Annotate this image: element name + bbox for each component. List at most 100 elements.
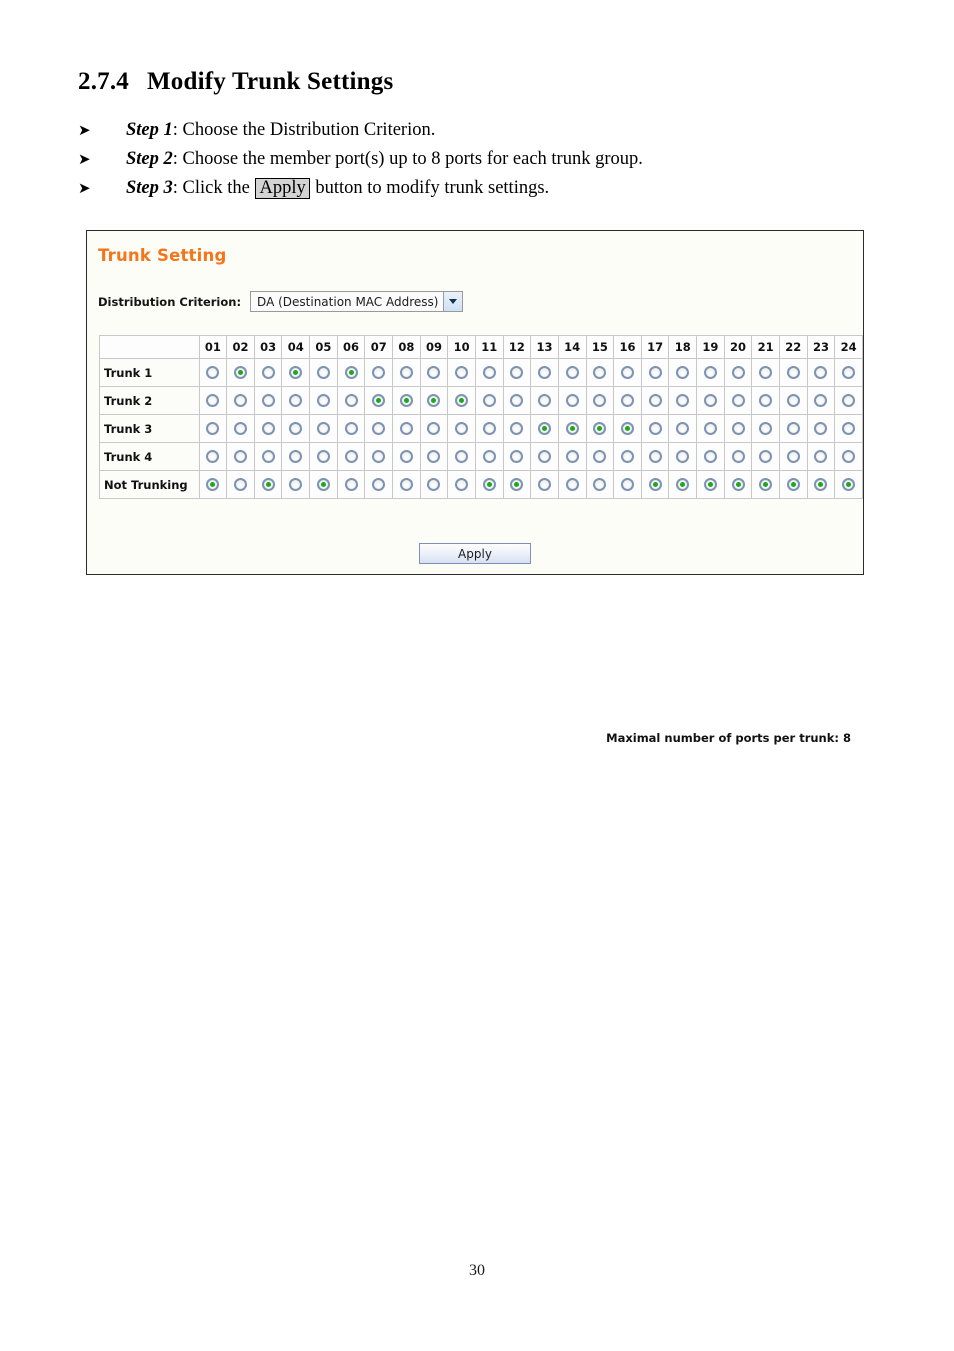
radio-trunk-1-port-22[interactable] (786, 366, 800, 380)
radio-cell[interactable] (502, 386, 532, 415)
radio-not-trunking-port-19[interactable] (703, 478, 717, 492)
radio-cell[interactable] (778, 470, 808, 499)
radio-trunk-4-port-13[interactable] (538, 450, 552, 464)
radio-cell[interactable] (502, 358, 532, 387)
radio-trunk-1-port-01[interactable] (206, 366, 220, 380)
radio-not-trunking-port-06[interactable] (344, 478, 358, 492)
radio-cell[interactable] (336, 386, 366, 415)
radio-not-trunking-port-04[interactable] (289, 478, 303, 492)
radio-cell[interactable] (834, 442, 863, 471)
radio-cell[interactable] (474, 470, 504, 499)
radio-cell[interactable] (640, 470, 670, 499)
radio-trunk-1-port-19[interactable] (703, 366, 717, 380)
radio-trunk-2-port-19[interactable] (703, 394, 717, 408)
distribution-criterion-select[interactable]: DA (Destination MAC Address) (250, 291, 464, 312)
radio-cell[interactable] (834, 386, 863, 415)
radio-not-trunking-port-05[interactable] (316, 478, 330, 492)
radio-trunk-3-port-16[interactable] (620, 422, 634, 436)
radio-trunk-3-port-15[interactable] (593, 422, 607, 436)
radio-cell[interactable] (723, 358, 753, 387)
radio-cell[interactable] (668, 386, 698, 415)
radio-cell[interactable] (640, 386, 670, 415)
radio-trunk-4-port-21[interactable] (759, 450, 773, 464)
radio-cell[interactable] (281, 442, 311, 471)
radio-trunk-1-port-02[interactable] (233, 366, 247, 380)
radio-trunk-3-port-09[interactable] (427, 422, 441, 436)
radio-cell[interactable] (392, 470, 421, 499)
radio-trunk-3-port-14[interactable] (565, 422, 579, 436)
radio-trunk-2-port-24[interactable] (842, 394, 856, 408)
radio-cell[interactable] (309, 470, 338, 499)
radio-not-trunking-port-15[interactable] (593, 478, 607, 492)
radio-cell[interactable] (696, 386, 725, 415)
radio-cell[interactable] (723, 414, 753, 443)
radio-cell[interactable] (336, 442, 366, 471)
radio-cell[interactable] (557, 470, 587, 499)
radio-trunk-2-port-15[interactable] (593, 394, 607, 408)
radio-trunk-4-port-04[interactable] (289, 450, 303, 464)
radio-cell[interactable] (806, 414, 836, 443)
radio-cell[interactable] (474, 442, 504, 471)
radio-cell[interactable] (806, 386, 836, 415)
radio-not-trunking-port-23[interactable] (814, 478, 828, 492)
radio-cell[interactable] (723, 470, 753, 499)
radio-trunk-4-port-20[interactable] (731, 450, 745, 464)
radio-cell[interactable] (419, 386, 449, 415)
radio-cell[interactable] (364, 442, 394, 471)
radio-cell[interactable] (613, 442, 642, 471)
radio-not-trunking-port-12[interactable] (510, 478, 524, 492)
radio-cell[interactable] (668, 358, 698, 387)
radio-trunk-2-port-12[interactable] (510, 394, 524, 408)
radio-cell[interactable] (668, 442, 698, 471)
radio-trunk-2-port-23[interactable] (814, 394, 828, 408)
radio-cell[interactable] (751, 358, 780, 387)
radio-trunk-2-port-08[interactable] (399, 394, 413, 408)
radio-cell[interactable] (613, 414, 642, 443)
radio-not-trunking-port-14[interactable] (565, 478, 579, 492)
radio-trunk-4-port-16[interactable] (620, 450, 634, 464)
radio-trunk-1-port-14[interactable] (565, 366, 579, 380)
radio-cell[interactable] (447, 358, 476, 387)
radio-cell[interactable] (447, 386, 476, 415)
radio-trunk-3-port-06[interactable] (344, 422, 358, 436)
radio-trunk-1-port-18[interactable] (676, 366, 690, 380)
radio-trunk-3-port-17[interactable] (648, 422, 662, 436)
radio-trunk-2-port-06[interactable] (344, 394, 358, 408)
radio-cell[interactable] (668, 414, 698, 443)
radio-trunk-4-port-11[interactable] (482, 450, 496, 464)
radio-cell[interactable] (392, 442, 421, 471)
radio-trunk-2-port-09[interactable] (427, 394, 441, 408)
chevron-down-icon[interactable] (443, 292, 463, 311)
radio-trunk-3-port-05[interactable] (316, 422, 330, 436)
radio-cell[interactable] (281, 358, 311, 387)
radio-cell[interactable] (640, 358, 670, 387)
radio-cell[interactable] (447, 442, 476, 471)
radio-cell[interactable] (253, 470, 283, 499)
radio-trunk-2-port-14[interactable] (565, 394, 579, 408)
radio-cell[interactable] (585, 386, 615, 415)
radio-cell[interactable] (419, 414, 449, 443)
radio-cell[interactable] (530, 358, 559, 387)
radio-cell[interactable] (640, 442, 670, 471)
radio-cell[interactable] (751, 414, 780, 443)
radio-not-trunking-port-21[interactable] (759, 478, 773, 492)
radio-cell[interactable] (419, 470, 449, 499)
radio-cell[interactable] (530, 442, 559, 471)
radio-trunk-4-port-19[interactable] (703, 450, 717, 464)
radio-cell[interactable] (696, 414, 725, 443)
radio-trunk-2-port-16[interactable] (620, 394, 634, 408)
radio-trunk-1-port-17[interactable] (648, 366, 662, 380)
radio-cell[interactable] (309, 442, 338, 471)
radio-cell[interactable] (613, 470, 642, 499)
radio-trunk-4-port-15[interactable] (593, 450, 607, 464)
radio-trunk-1-port-21[interactable] (759, 366, 773, 380)
radio-cell[interactable] (309, 414, 338, 443)
radio-trunk-3-port-10[interactable] (455, 422, 469, 436)
radio-cell[interactable] (806, 442, 836, 471)
radio-cell[interactable] (502, 414, 532, 443)
radio-cell[interactable] (364, 414, 394, 443)
radio-cell[interactable] (281, 414, 311, 443)
radio-trunk-3-port-20[interactable] (731, 422, 745, 436)
radio-cell[interactable] (419, 442, 449, 471)
radio-cell[interactable] (834, 414, 863, 443)
